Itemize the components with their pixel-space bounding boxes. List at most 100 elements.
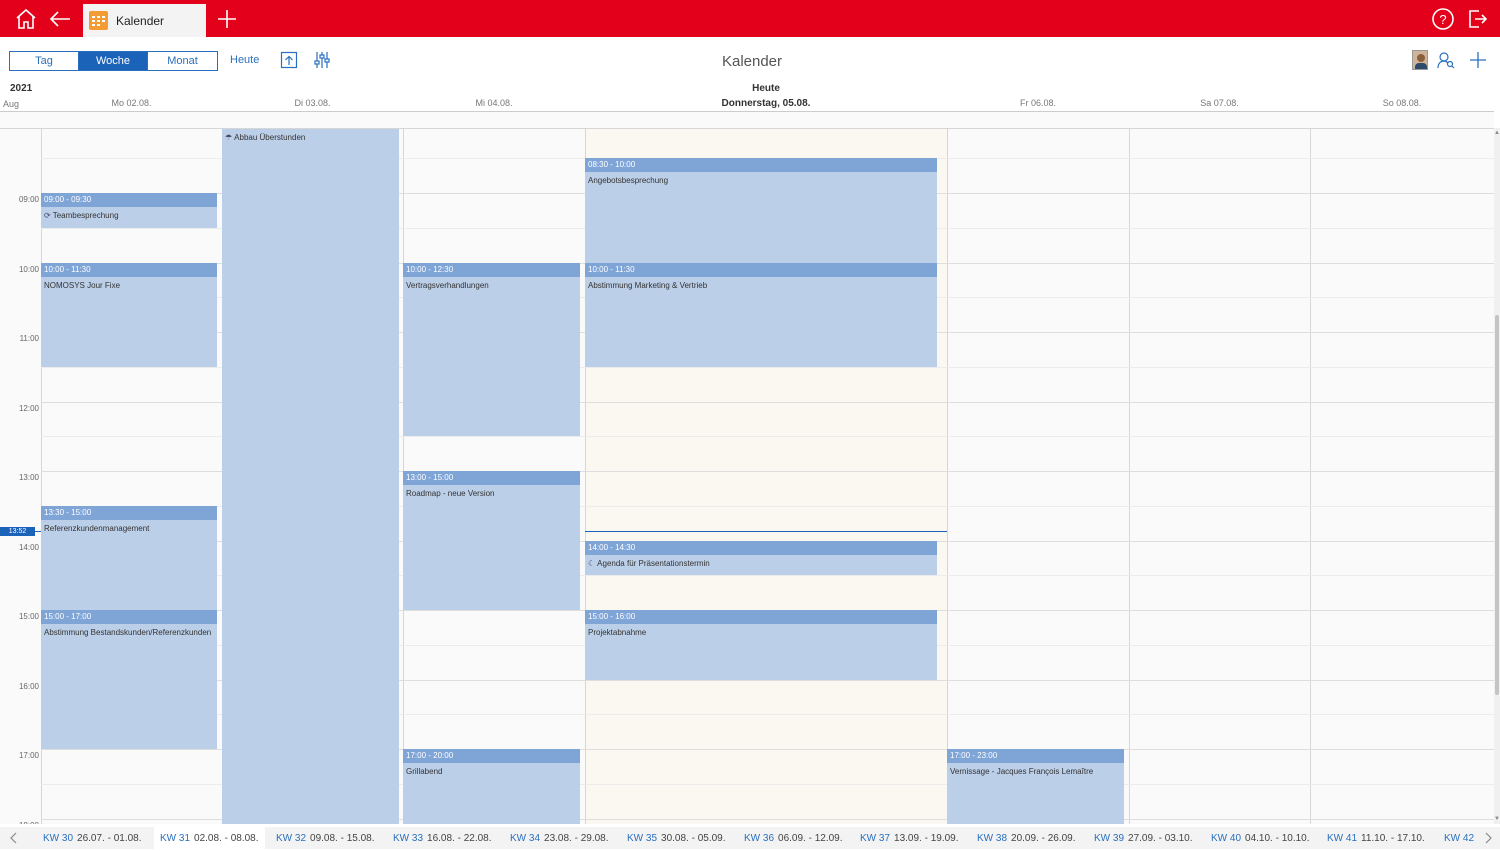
- scroll-up-icon[interactable]: ▲: [1494, 130, 1500, 136]
- hour-label: 15:00: [18, 612, 39, 621]
- event-title: Referenzkundenmanagement: [44, 523, 150, 533]
- add-tab-icon[interactable]: [216, 0, 238, 37]
- calendar-event[interactable]: 17:00 - 20:00 Grillabend: [403, 749, 580, 824]
- calendar-event[interactable]: 10:00 - 12:30 Vertragsverhandlungen: [403, 262, 580, 437]
- calendar-event[interactable]: 10:00 - 11:30 Abstimmung Marketing & Vert…: [585, 262, 937, 367]
- event-title-row: ⟳ Teambesprechung: [41, 207, 217, 221]
- week-item[interactable]: KW 30 26.07. - 01.08.: [43, 827, 142, 849]
- calendar-event[interactable]: 13:00 - 15:00 Roadmap - neue Version: [403, 471, 580, 610]
- add-icon[interactable]: [1469, 51, 1487, 69]
- event-time: 15:00 - 16:00: [585, 610, 937, 624]
- day-header: 2021 Aug Heute Mo 02.08. Di 03.08. Mi 04…: [0, 81, 1500, 111]
- home-icon[interactable]: [12, 0, 40, 37]
- event-title: Roadmap - neue Version: [406, 489, 495, 498]
- all-day-event[interactable]: ☂ Abbau Überstunden: [222, 129, 399, 824]
- calendar-event[interactable]: 15:00 - 16:00 Projektabnahme: [585, 610, 937, 680]
- calendar-event[interactable]: 14:00 - 14:30 ☾ Agenda für Präsentationste…: [585, 540, 937, 576]
- help-icon[interactable]: ?: [1430, 0, 1456, 37]
- week-number: KW 34: [510, 833, 541, 844]
- week-range: 09.08. - 15.08.: [310, 833, 375, 844]
- week-item[interactable]: KW 41 11.10. - 17.10.: [1327, 827, 1425, 849]
- event-title: Abstimmung Marketing & Vertrieb: [588, 280, 708, 290]
- scrollbar-thumb[interactable]: [1495, 315, 1499, 695]
- week-number: KW 39: [1094, 833, 1125, 844]
- day-header-sun[interactable]: So 08.08.: [1310, 98, 1494, 108]
- svg-text:?: ?: [1439, 12, 1446, 27]
- week-item[interactable]: KW 38 20.09. - 26.09.: [977, 827, 1076, 849]
- user-search-icon[interactable]: [1437, 51, 1455, 69]
- event-title: NOMOSYS Jour Fixe: [44, 280, 121, 290]
- day-column[interactable]: [947, 112, 1129, 824]
- week-range: 16.08. - 22.08.: [427, 833, 492, 844]
- tab-kalender[interactable]: Kalender: [83, 4, 206, 37]
- day-column[interactable]: [1310, 112, 1494, 824]
- day-column[interactable]: [1129, 112, 1310, 824]
- week-number: KW 33: [393, 833, 424, 844]
- week-number: KW 38: [977, 833, 1008, 844]
- week-range: 20.09. - 26.09.: [1011, 833, 1076, 844]
- event-title: Grillabend: [406, 767, 443, 776]
- calendar-event[interactable]: 17:00 - 23:00 Vernissage - Jacques Franço…: [947, 749, 1124, 824]
- view-week-button[interactable]: Woche: [79, 52, 148, 70]
- calendar-event[interactable]: 15:00 - 17:00 Abstimmung Bestandskunden/R…: [41, 610, 217, 749]
- event-title: Abbau Überstunden: [234, 133, 306, 142]
- today-button[interactable]: Heute: [230, 54, 259, 66]
- user-avatar[interactable]: [1412, 50, 1428, 70]
- week-grid[interactable]: 09:00 10:00 11:00 12:00 13:00 14:00 15:00 16:00…: [0, 111, 1494, 824]
- day-header-sat[interactable]: Sa 07.08.: [1129, 98, 1310, 108]
- next-week-icon[interactable]: [1482, 827, 1496, 849]
- all-day-row[interactable]: [0, 112, 1494, 129]
- calendar-event[interactable]: 10:00 - 11:30 NOMOSYS Jour Fixe: [41, 262, 217, 367]
- week-item[interactable]: KW 33 16.08. - 22.08.: [393, 827, 492, 849]
- week-number: KW 41: [1327, 833, 1358, 844]
- day-header-fri[interactable]: Fr 06.08.: [947, 98, 1129, 108]
- scroll-down-icon[interactable]: ▼: [1494, 816, 1500, 822]
- calendar-event[interactable]: 08:30 - 10:00 Angebotsbesprechung: [585, 158, 937, 263]
- event-title-row: Abstimmung Marketing & Vertrieb: [585, 277, 937, 291]
- back-arrow-icon[interactable]: [47, 0, 73, 37]
- week-item[interactable]: KW 34 23.08. - 29.08.: [510, 827, 609, 849]
- view-day-button[interactable]: Tag: [10, 52, 79, 70]
- event-title-row: Angebotsbesprechung: [585, 172, 937, 186]
- event-time: 17:00 - 20:00: [403, 749, 580, 763]
- day-header-thu[interactable]: Donnerstag, 05.08.: [585, 98, 947, 109]
- logout-icon[interactable]: [1465, 0, 1489, 37]
- event-time: 13:00 - 15:00: [403, 471, 580, 485]
- week-range: 27.09. - 03.10.: [1128, 833, 1193, 844]
- view-month-button[interactable]: Monat: [148, 52, 217, 70]
- week-range: 06.09. - 12.09.: [778, 833, 843, 844]
- week-item[interactable]: KW 36 06.09. - 12.09.: [744, 827, 843, 849]
- event-time: 17:00 - 23:00: [947, 749, 1124, 763]
- week-item[interactable]: KW 35 30.08. - 05.09.: [627, 827, 726, 849]
- event-time: 14:00 - 14:30: [585, 540, 937, 555]
- hour-label: 17:00: [18, 751, 39, 760]
- week-item[interactable]: KW 37 13.09. - 19.09.: [860, 827, 959, 849]
- day-header-mon[interactable]: Mo 02.08.: [41, 98, 222, 108]
- event-title: Teambesprechung: [52, 211, 119, 220]
- week-item[interactable]: KW 40 04.10. - 10.10.: [1211, 827, 1310, 849]
- week-item[interactable]: KW 32 09.08. - 15.08.: [276, 827, 375, 849]
- current-time-tick: [35, 531, 41, 533]
- week-navigation-strip: KW 30 26.07. - 01.08. KW 31 02.08. - 08.08.…: [0, 827, 1500, 849]
- week-number: KW 37: [860, 833, 891, 844]
- week-item[interactable]: KW 39 27.09. - 03.10.: [1094, 827, 1193, 849]
- export-icon[interactable]: [280, 51, 298, 69]
- week-item[interactable]: KW 42: [1444, 827, 1478, 849]
- week-range: 02.08. - 08.08.: [194, 833, 259, 844]
- phone-icon: ☾: [588, 558, 596, 568]
- calendar-event[interactable]: 13:30 - 15:00 Referenzkundenmanagement: [41, 505, 217, 610]
- day-header-wed[interactable]: Mi 04.08.: [403, 98, 585, 108]
- event-title-row: Vertragsverhandlungen: [403, 277, 580, 291]
- week-item[interactable]: KW 31 02.08. - 08.08.: [154, 827, 265, 849]
- week-range: 11.10. - 17.10.: [1361, 833, 1425, 844]
- prev-week-icon[interactable]: [6, 827, 20, 849]
- day-header-tue[interactable]: Di 03.08.: [222, 98, 403, 108]
- day-column[interactable]: [403, 112, 585, 824]
- month-label: Aug: [3, 99, 20, 109]
- event-time: 15:00 - 17:00: [41, 610, 217, 624]
- event-time: 10:00 - 12:30: [403, 262, 580, 277]
- event-title-row: Referenzkundenmanagement: [41, 520, 217, 534]
- event-title-row: ☾ Agenda für Präsentationstermin: [585, 555, 937, 569]
- filter-settings-icon[interactable]: [313, 51, 331, 69]
- calendar-event[interactable]: 09:00 - 09:30 ⟳ Teambesprechung: [41, 193, 217, 228]
